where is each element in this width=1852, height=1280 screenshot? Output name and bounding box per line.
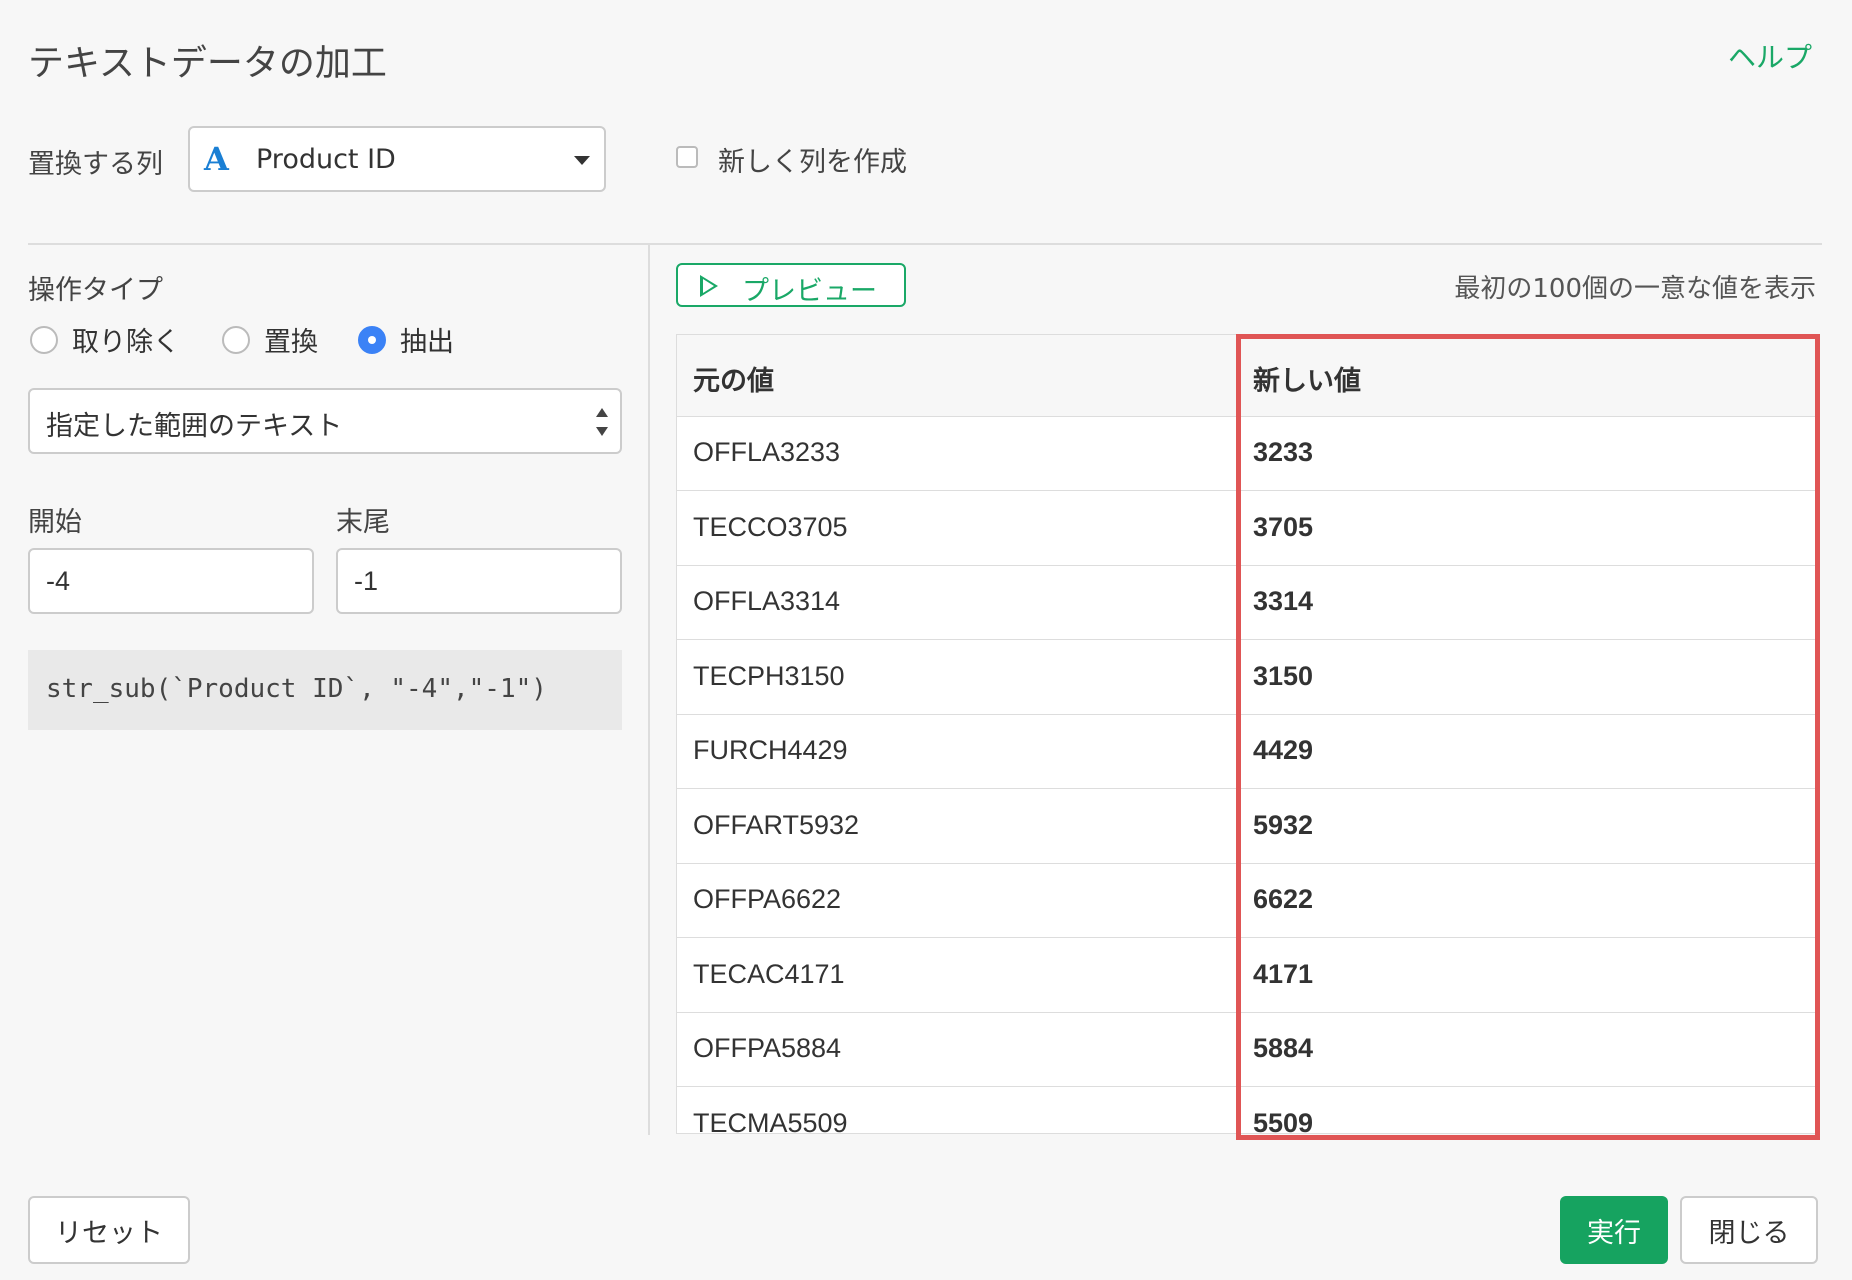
- panel-divider: [648, 245, 650, 1135]
- new-value-cell: 3233: [1253, 437, 1314, 467]
- code-text: str_sub(`Product ID`, "-4","-1"): [46, 674, 547, 704]
- column-name: Product ID: [256, 144, 396, 175]
- new-value-cell: 4171: [1253, 958, 1314, 989]
- caret-down-icon: [574, 156, 590, 165]
- new-value-cell: 3705: [1253, 511, 1314, 542]
- original-value-cell: OFFPA6622: [693, 884, 842, 914]
- column-select[interactable]: A Product ID: [188, 126, 606, 192]
- radio-label: 抽出: [400, 327, 454, 358]
- select-arrows-icon: [596, 408, 608, 436]
- table-row: TECCO3705 3705: [677, 492, 1817, 566]
- new-column-checkbox[interactable]: [676, 146, 698, 168]
- help-link[interactable]: ヘルプ: [1728, 36, 1812, 76]
- new-value-cell: 5509: [1253, 1107, 1314, 1134]
- radio-circle[interactable]: [30, 326, 58, 354]
- text-type-icon: A: [204, 140, 229, 178]
- range-type-value: 指定した範囲のテキスト: [46, 411, 343, 442]
- range-type-select[interactable]: 指定した範囲のテキスト: [28, 388, 622, 454]
- original-value-cell: OFFPA5884: [693, 1033, 842, 1063]
- operation-type-label: 操作タイプ: [28, 275, 163, 306]
- radio-label: 取り除く: [72, 327, 180, 358]
- reset-button[interactable]: リセット: [28, 1196, 190, 1264]
- close-button[interactable]: 閉じる: [1680, 1196, 1818, 1264]
- divider: [28, 243, 1822, 245]
- radio-circle[interactable]: [222, 326, 250, 354]
- table-row: TECMA5509 5509: [677, 1088, 1817, 1134]
- start-label: 開始: [28, 507, 82, 538]
- original-value-cell: TECAC4171: [693, 958, 845, 989]
- table-row: OFFART5932 5932: [677, 790, 1817, 864]
- preview-note: 最初の100個の一意な値を表示: [1454, 274, 1816, 304]
- original-value-cell: OFFART5932: [693, 809, 860, 840]
- original-value-cell: FURCH4429: [693, 735, 848, 765]
- new-value-cell: 6622: [1253, 884, 1314, 914]
- new-value-cell: 5932: [1253, 809, 1314, 840]
- column-divider: [1237, 335, 1238, 1133]
- new-column-label: 新しく列を作成: [718, 147, 907, 178]
- table-row: OFFLA3233 3233: [677, 417, 1817, 491]
- header-new-value: 新しい値: [1253, 366, 1361, 397]
- play-icon: [700, 275, 718, 297]
- header-original-value: 元の値: [693, 366, 774, 397]
- table-row: TECPH3150 3150: [677, 641, 1817, 715]
- table-row: OFFPA6622 6622: [677, 864, 1817, 938]
- replace-column-label: 置換する列: [28, 149, 163, 180]
- radio-label: 置換: [264, 327, 318, 358]
- new-value-cell: 3314: [1253, 586, 1314, 616]
- run-button[interactable]: 実行: [1560, 1196, 1668, 1264]
- new-value-cell: 4429: [1253, 735, 1314, 765]
- preview-table: 元の値 新しい値 OFFLA3233 3233 TECCO3705 3705 OFFLA…: [676, 334, 1818, 1134]
- preview-button[interactable]: プレビュー: [676, 263, 906, 307]
- dialog-title: テキストデータの加工: [28, 43, 387, 84]
- table-row: TECAC4171 4171: [677, 939, 1817, 1013]
- original-value-cell: OFFLA3314: [693, 586, 841, 616]
- original-value-cell: TECMA5509: [693, 1107, 848, 1134]
- preview-button-label: プレビュー: [742, 276, 877, 307]
- original-value-cell: TECPH3150: [693, 660, 845, 691]
- end-input[interactable]: [336, 548, 622, 614]
- table-header: 元の値 新しい値: [677, 335, 1817, 417]
- table-row: FURCH4429 4429: [677, 715, 1817, 789]
- original-value-cell: TECCO3705: [693, 511, 848, 542]
- new-value-cell: 3150: [1253, 660, 1314, 691]
- original-value-cell: OFFLA3233: [693, 437, 841, 467]
- table-row: OFFLA3314 3314: [677, 566, 1817, 640]
- code-preview: str_sub(`Product ID`, "-4","-1"): [28, 650, 622, 730]
- end-label: 末尾: [336, 507, 390, 538]
- start-input[interactable]: [28, 548, 314, 614]
- radio-circle-selected[interactable]: [358, 326, 386, 354]
- table-row: OFFPA5884 5884: [677, 1013, 1817, 1087]
- new-value-cell: 5884: [1253, 1033, 1314, 1063]
